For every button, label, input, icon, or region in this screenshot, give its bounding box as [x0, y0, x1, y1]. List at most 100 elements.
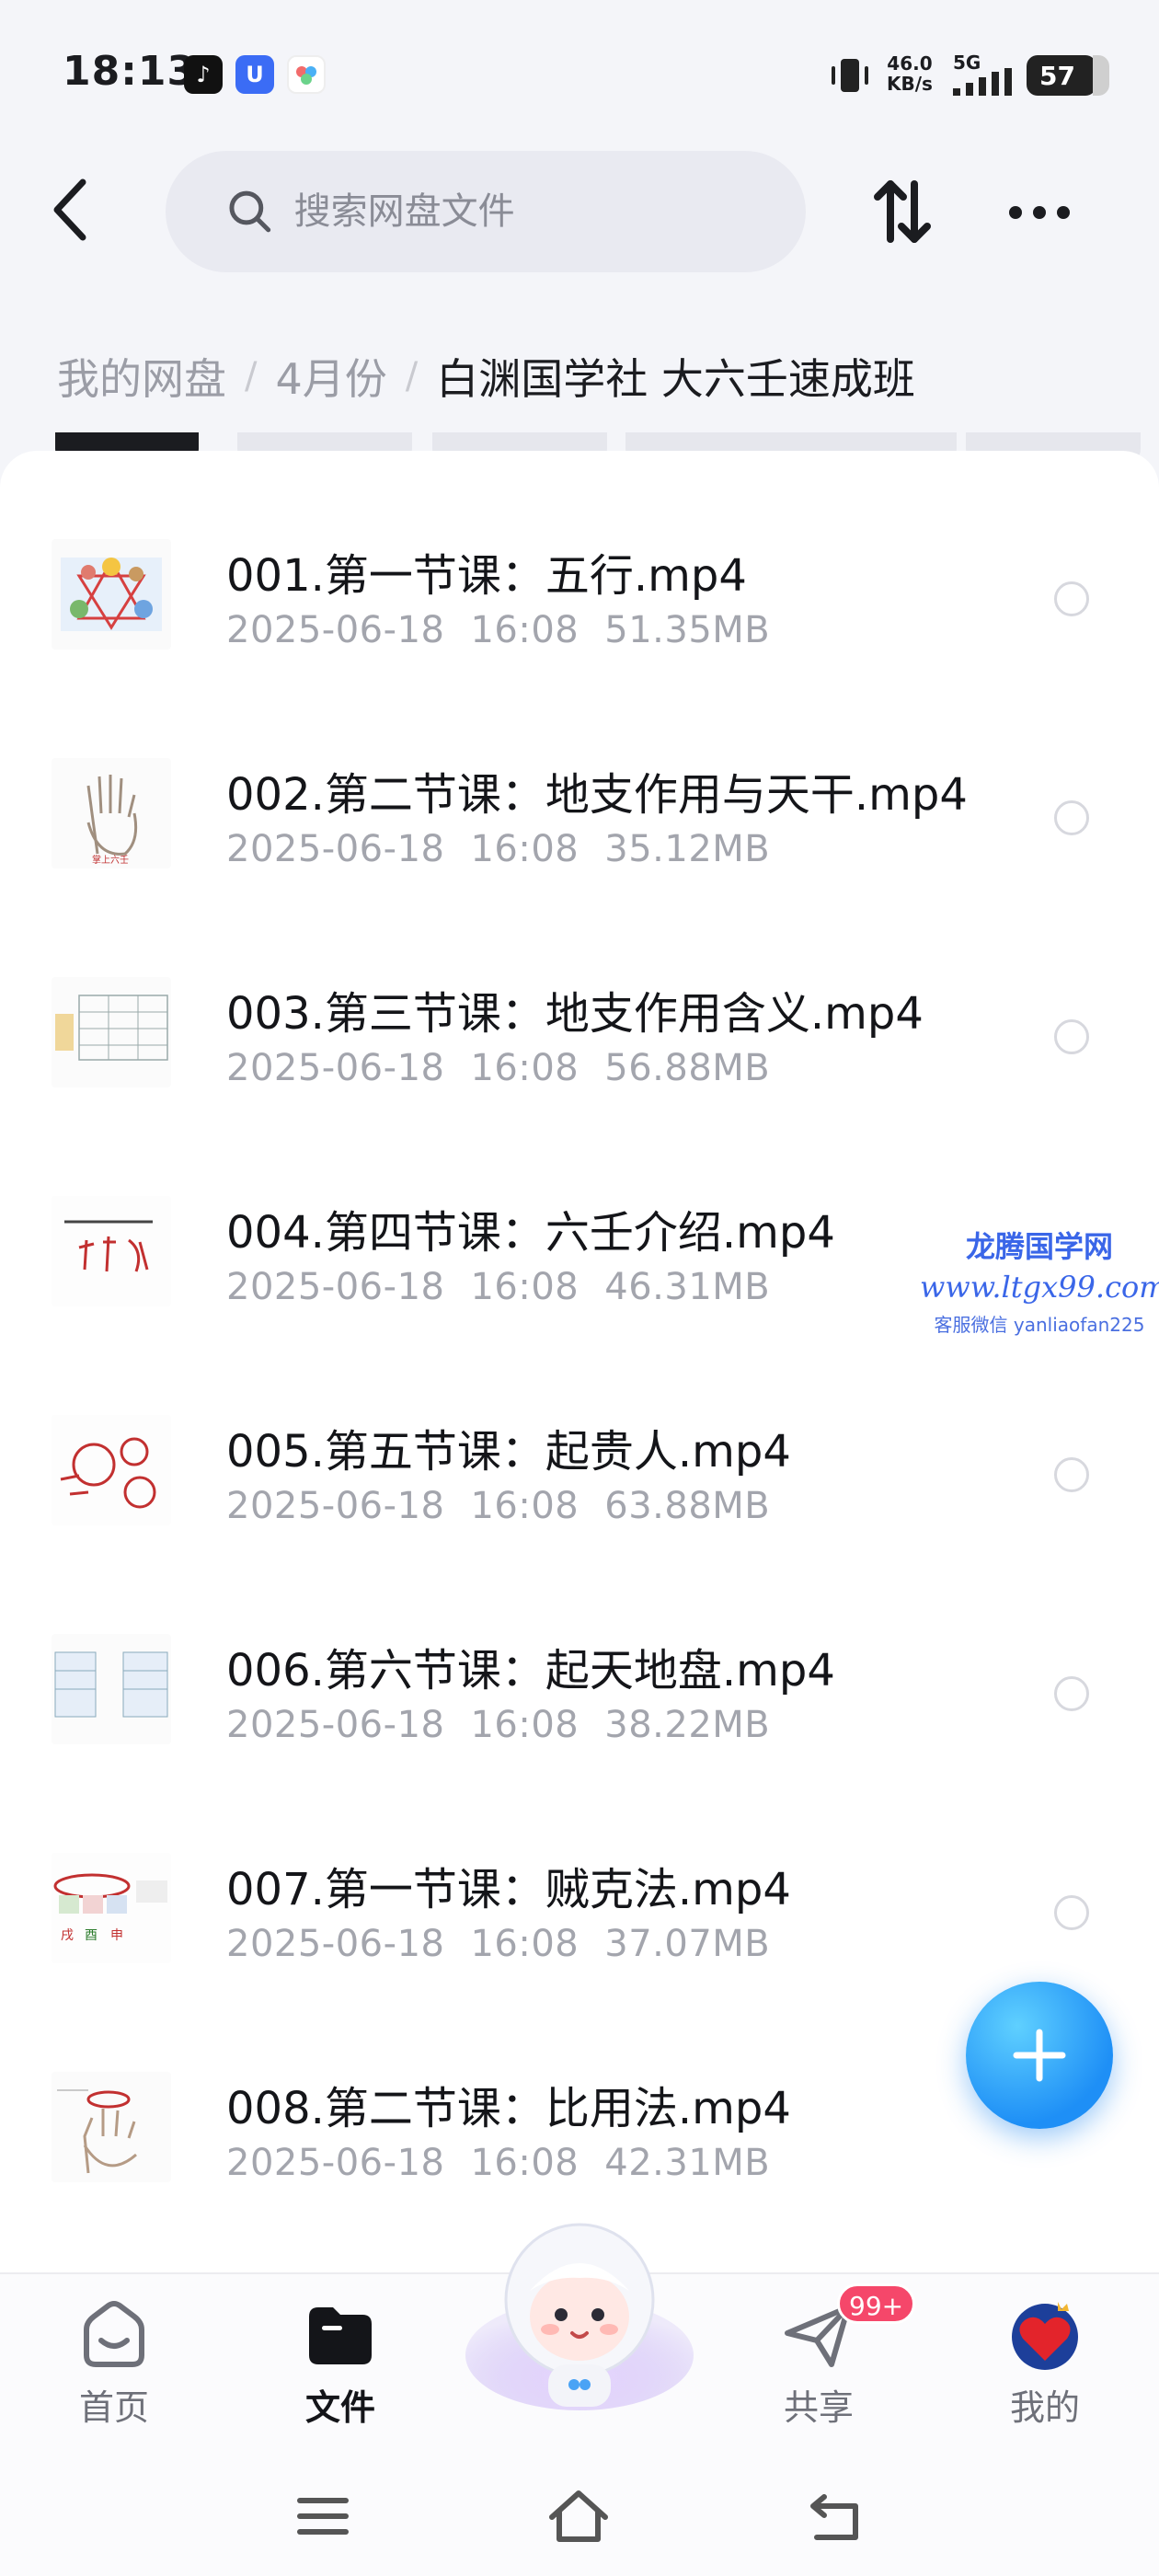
nav-mine-label: 我的 — [1009, 2387, 1080, 2428]
file-name: 004.第四节课：六壬介绍.mp4 — [226, 1207, 835, 1259]
file-row[interactable]: 005.第五节课：起贵人.mp4 2025-06-18 16:08 63.88MB — [0, 1371, 1159, 1590]
breadcrumb-folder[interactable]: 4月份 — [275, 346, 386, 407]
file-name: 006.第六节课：起天地盘.mp4 — [226, 1645, 835, 1696]
u-app-icon: U — [235, 55, 274, 94]
select-checkbox[interactable] — [1054, 581, 1089, 616]
file-size: 37.07MB — [604, 1923, 771, 1965]
nav-share-label: 共享 — [783, 2387, 854, 2428]
file-time: 16:08 — [470, 609, 580, 651]
svg-text:申: 申 — [110, 1928, 123, 1943]
file-name: 005.第五节课：起贵人.mp4 — [226, 1426, 791, 1478]
vibrate-icon — [832, 59, 868, 92]
app-screen: 18:13 ♪ U 46.0 KB/s 5G 57 搜索网盘文件 我的网盘 / … — [0, 0, 1159, 2576]
select-checkbox[interactable] — [1054, 1019, 1089, 1054]
file-size: 51.35MB — [604, 609, 771, 651]
menu-icon[interactable] — [291, 2484, 355, 2548]
breadcrumb-current: 白渊国学社 大六壬速成班 — [436, 354, 915, 404]
search-input[interactable] — [293, 190, 806, 233]
back-arrow-icon[interactable] — [40, 173, 105, 247]
file-meta: 2025-06-18 16:08 38.22MB — [226, 1704, 796, 1746]
more-options-icon[interactable] — [1003, 180, 1076, 245]
file-time: 16:08 — [470, 2142, 580, 2184]
video-thumbnail: 掌上六壬 — [52, 758, 171, 868]
nav-share[interactable]: 共享 99+ — [745, 2283, 916, 2458]
clock: 18:13 — [63, 48, 197, 95]
sort-icon[interactable] — [865, 175, 938, 248]
back-icon[interactable] — [804, 2484, 868, 2548]
file-row[interactable]: 掌上六壬 002.第二节课：地支作用与天干.mp4 2025-06-18 16:0… — [0, 714, 1159, 933]
file-size: 42.31MB — [604, 2142, 771, 2184]
file-meta: 2025-06-18 16:08 56.88MB — [226, 1047, 796, 1089]
file-time: 16:08 — [470, 1485, 580, 1527]
video-thumbnail: 戌 酉 申 — [52, 1853, 171, 1963]
file-time: 16:08 — [470, 1266, 580, 1308]
search-bar[interactable] — [166, 151, 806, 272]
select-checkbox[interactable] — [1054, 1895, 1089, 1930]
file-size: 38.22MB — [604, 1704, 771, 1746]
breadcrumb-root[interactable]: 我的网盘 — [57, 346, 226, 407]
file-time: 16:08 — [470, 828, 580, 870]
search-icon — [229, 190, 271, 233]
file-size: 63.88MB — [604, 1485, 771, 1527]
file-date: 2025-06-18 — [226, 1704, 445, 1746]
home-icon — [84, 2301, 144, 2367]
signal-icon — [953, 68, 1012, 96]
file-time: 16:08 — [470, 1923, 580, 1965]
battery-tip — [1093, 55, 1109, 96]
svg-text:戌: 戌 — [61, 1928, 74, 1943]
status-bar: 18:13 ♪ U 46.0 KB/s 5G 57 — [0, 0, 1159, 147]
video-thumbnail — [52, 1634, 171, 1744]
add-button[interactable] — [966, 1982, 1113, 2129]
file-row[interactable]: 003.第三节课：地支作用含义.mp4 2025-06-18 16:08 56.88… — [0, 933, 1159, 1152]
select-checkbox[interactable] — [1054, 1457, 1089, 1492]
file-meta: 2025-06-18 16:08 46.31MB — [226, 1266, 796, 1308]
share-badge: 99+ — [837, 2283, 916, 2324]
file-time: 16:08 — [470, 1704, 580, 1746]
system-navigation-bar — [0, 2456, 1159, 2576]
breadcrumb-separator: / — [245, 355, 258, 397]
breadcrumb: 我的网盘 / 4月份 / 白渊国学社 大六壬速成班 — [57, 344, 915, 408]
file-date: 2025-06-18 — [226, 2142, 445, 2184]
tiktok-icon: ♪ — [184, 55, 223, 94]
file-meta: 2025-06-18 16:08 63.88MB — [226, 1485, 796, 1527]
folder-icon — [309, 2307, 372, 2364]
file-date: 2025-06-18 — [226, 828, 445, 870]
file-list: 001.第一节课：五行.mp4 2025-06-18 16:08 51.35MB 掌… — [0, 451, 1159, 2272]
nav-files-label: 文件 — [304, 2387, 375, 2428]
plus-icon — [1013, 2029, 1066, 2082]
file-size: 35.12MB — [604, 828, 771, 870]
file-date: 2025-06-18 — [226, 1485, 445, 1527]
select-checkbox[interactable] — [1054, 800, 1089, 835]
watermark-url: www.ltgx99.com — [920, 1270, 1159, 1305]
file-row[interactable]: 戌 酉 申 007.第一节课：贼克法.mp4 2025-06-18 16:08 37… — [0, 1809, 1159, 2028]
select-checkbox[interactable] — [1054, 1676, 1089, 1711]
nav-files[interactable]: 文件 — [267, 2283, 414, 2458]
watermark: 龙腾国学网 www.ltgx99.com 客服微信 yanliaofan225 — [920, 1224, 1159, 1337]
video-thumbnail — [52, 2072, 171, 2182]
file-date: 2025-06-18 — [226, 609, 445, 651]
video-thumbnail — [52, 539, 171, 650]
file-time: 16:08 — [470, 1047, 580, 1089]
nav-mine[interactable]: 我的 — [971, 2283, 1119, 2458]
file-meta: 2025-06-18 16:08 42.31MB — [226, 2142, 796, 2184]
file-meta: 2025-06-18 16:08 37.07MB — [226, 1923, 796, 1965]
file-row[interactable]: 001.第一节课：五行.mp4 2025-06-18 16:08 51.35MB — [0, 495, 1159, 714]
assistant-mascot-icon[interactable] — [460, 2199, 699, 2420]
file-name: 008.第二节课：比用法.mp4 — [226, 2083, 791, 2134]
video-thumbnail — [52, 977, 171, 1087]
breadcrumb-separator: / — [405, 355, 419, 397]
file-row[interactable]: 006.第六节课：起天地盘.mp4 2025-06-18 16:08 38.22MB — [0, 1590, 1159, 1809]
nav-home[interactable]: 首页 — [40, 2283, 188, 2458]
file-meta: 2025-06-18 16:08 35.12MB — [226, 828, 796, 870]
file-name: 007.第一节课：贼克法.mp4 — [226, 1864, 791, 1915]
avatar-heart-icon — [1012, 2302, 1078, 2370]
file-name: 003.第三节课：地支作用含义.mp4 — [226, 988, 924, 1040]
nav-home-label: 首页 — [78, 2387, 149, 2428]
home-outline-icon[interactable] — [546, 2484, 611, 2548]
file-size: 56.88MB — [604, 1047, 771, 1089]
cloud-app-icon — [287, 55, 326, 94]
file-date: 2025-06-18 — [226, 1923, 445, 1965]
file-name: 001.第一节课：五行.mp4 — [226, 550, 747, 602]
svg-text:掌上六壬: 掌上六壬 — [92, 855, 129, 866]
watermark-contact: 客服微信 yanliaofan225 — [934, 1314, 1145, 1336]
